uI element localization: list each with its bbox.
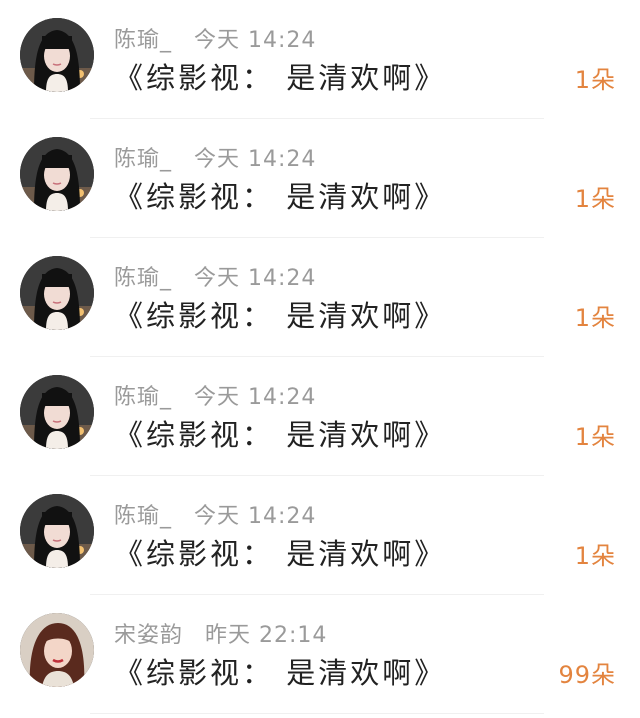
sender-name[interactable]: 陈瑜_ (114, 22, 172, 54)
avatar[interactable] (20, 375, 94, 449)
list-item[interactable]: 陈瑜_ 今天 14:24 《综影视： 是清欢啊》 1朵 (0, 476, 640, 595)
avatar-girl-dark-hair-icon (20, 375, 94, 449)
sender-name[interactable]: 陈瑜_ (114, 498, 172, 530)
avatar-woman-auburn-hair-icon (20, 613, 94, 687)
gift-record-list: 陈瑜_ 今天 14:24 《综影视： 是清欢啊》 1朵 陈瑜_ 今天 14:24… (0, 0, 640, 718)
avatar[interactable] (20, 137, 94, 211)
timestamp: 今天 14:24 (194, 147, 317, 172)
avatar-girl-dark-hair-icon (20, 137, 94, 211)
avatar[interactable] (20, 613, 94, 687)
message-text: 《综影视： 是清欢啊》 (114, 418, 447, 452)
flower-count: 99朵 (558, 660, 616, 689)
list-item[interactable]: 陈瑜_ 今天 14:24 《综影视： 是清欢啊》 1朵 (0, 119, 640, 238)
avatar-girl-dark-hair-icon (20, 494, 94, 568)
message-text: 《综影视： 是清欢啊》 (114, 61, 447, 95)
sender-name[interactable]: 陈瑜_ (114, 379, 172, 411)
sender-name[interactable]: 陈瑜_ (114, 141, 172, 173)
flower-count: 1朵 (574, 65, 616, 94)
timestamp: 今天 14:24 (194, 266, 317, 291)
timestamp: 昨天 22:14 (205, 623, 328, 648)
timestamp: 今天 14:24 (194, 385, 317, 410)
message-text: 《综影视： 是清欢啊》 (114, 537, 447, 571)
list-item[interactable]: 陈瑜_ 今天 14:24 《综影视： 是清欢啊》 1朵 (0, 0, 640, 119)
timestamp: 今天 14:24 (194, 28, 317, 53)
divider (90, 713, 544, 714)
list-item[interactable]: 陈瑜_ 今天 14:24 《综影视： 是清欢啊》 1朵 (0, 357, 640, 476)
avatar[interactable] (20, 256, 94, 330)
sender-name[interactable]: 宋姿韵 (114, 617, 183, 649)
avatar[interactable] (20, 494, 94, 568)
message-text: 《综影视： 是清欢啊》 (114, 299, 447, 333)
sender-name[interactable]: 陈瑜_ (114, 260, 172, 292)
flower-count: 1朵 (574, 184, 616, 213)
flower-count: 1朵 (574, 422, 616, 451)
message-text: 《综影视： 是清欢啊》 (114, 656, 447, 690)
flower-count: 1朵 (574, 541, 616, 570)
avatar-girl-dark-hair-icon (20, 18, 94, 92)
message-text: 《综影视： 是清欢啊》 (114, 180, 447, 214)
timestamp: 今天 14:24 (194, 504, 317, 529)
flower-count: 1朵 (574, 303, 616, 332)
avatar[interactable] (20, 18, 94, 92)
avatar-girl-dark-hair-icon (20, 256, 94, 330)
list-item[interactable]: 宋姿韵 昨天 22:14 《综影视： 是清欢啊》 99朵 (0, 595, 640, 714)
list-item[interactable]: 陈瑜_ 今天 14:24 《综影视： 是清欢啊》 1朵 (0, 238, 640, 357)
